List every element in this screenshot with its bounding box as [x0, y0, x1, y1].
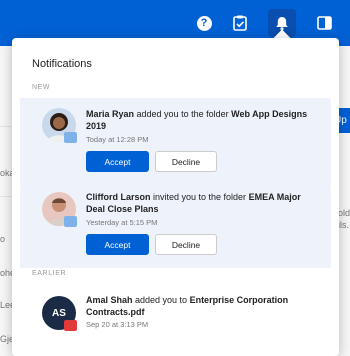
decline-button[interactable]: Decline [155, 234, 217, 255]
notification-text: Maria Ryan added you to the folder Web A… [86, 109, 308, 131]
notification-item[interactable]: Maria Ryan added you to the folder Web A… [20, 98, 331, 186]
accept-button[interactable]: Accept [86, 151, 149, 172]
help-glyph: ? [196, 15, 212, 31]
notification-time: Sep 20 at 3:13 PM [86, 320, 149, 329]
notification-text: Clifford Larson invited you to the folde… [86, 192, 301, 214]
row-label: o [0, 234, 6, 244]
panel-icon[interactable] [314, 13, 334, 33]
side-text: ils. [338, 220, 349, 230]
help-icon[interactable]: ? [194, 13, 214, 33]
side-text: older [338, 208, 350, 218]
tasks-icon[interactable] [230, 13, 250, 33]
folder-icon [64, 216, 77, 227]
section-label-earlier: EARLIER [32, 270, 67, 277]
notification-item[interactable]: Clifford Larson invited you to the folde… [20, 186, 331, 268]
notification-time: Today at 12:28 PM [86, 135, 149, 144]
notifications-dropdown: Notifications NEW Maria Ryan added you t… [12, 38, 339, 356]
notification-time: Yesterday at 5:15 PM [86, 218, 158, 227]
notifications-title: Notifications [32, 58, 92, 70]
section-label-new: NEW [32, 84, 51, 91]
decline-button[interactable]: Decline [155, 151, 217, 172]
pdf-icon [64, 320, 77, 331]
notification-text: Amal Shah added you to Enterprise Corpor… [86, 295, 289, 317]
folder-icon [64, 132, 77, 143]
notification-item[interactable]: AS Amal Shah added you to Enterprise Cor… [20, 286, 331, 356]
accept-button[interactable]: Accept [86, 234, 149, 255]
